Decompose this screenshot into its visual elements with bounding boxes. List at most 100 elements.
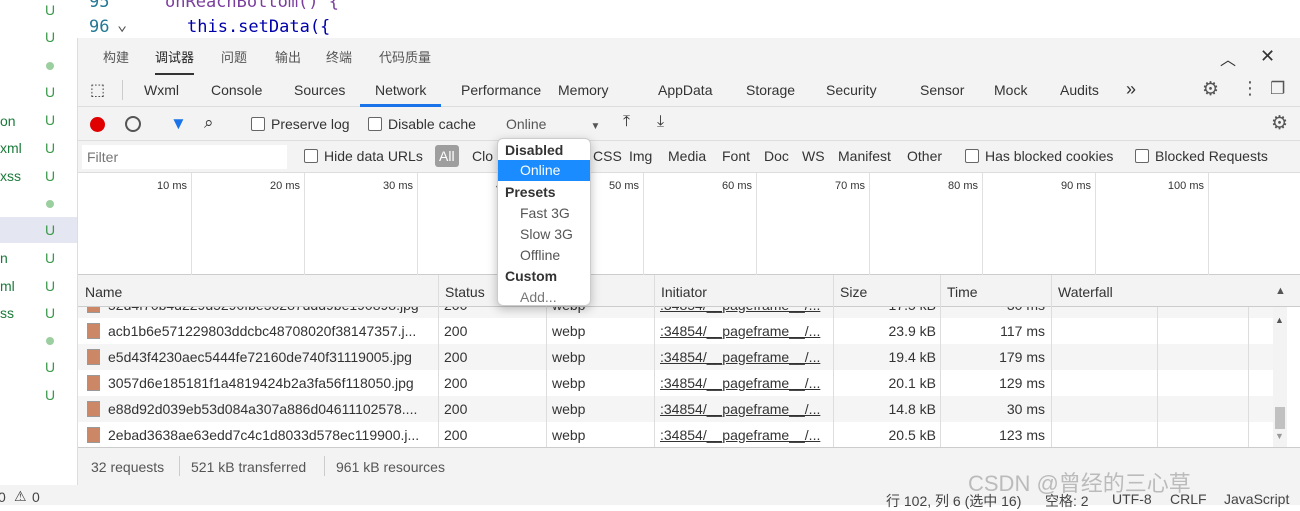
more-options-icon[interactable]: ⋮: [1241, 78, 1259, 99]
filter-type-all[interactable]: All: [435, 145, 459, 167]
tab-0[interactable]: 构建: [103, 47, 129, 66]
filter-type-other[interactable]: Other: [907, 148, 942, 164]
modified-dot-icon: [46, 62, 54, 70]
filter-type-css[interactable]: CSS: [593, 148, 622, 164]
table-row[interactable]: 3057d6e185181f1a4819424b2a3fa56f118050.j…: [78, 370, 1278, 396]
sort-ascending-icon[interactable]: ▲: [1275, 285, 1286, 297]
clear-icon[interactable]: [125, 116, 141, 132]
inspect-element-icon[interactable]: ⬚: [90, 80, 105, 100]
collapse-icon[interactable]: ︿: [1220, 46, 1236, 70]
request-name[interactable]: e88d92d039eb53d084a307a886d04611102578..…: [108, 401, 417, 417]
tab-performance[interactable]: Performance: [461, 82, 541, 98]
column-divider: [1157, 422, 1158, 447]
column-divider: [438, 344, 439, 370]
request-initiator[interactable]: :34854/__pageframe__/...: [660, 349, 820, 365]
preserve-log-checkbox[interactable]: Preserve log: [251, 116, 350, 132]
column-divider: [654, 344, 655, 370]
table-row[interactable]: e5d43f4230aec5444fe72160de740f31119005.j…: [78, 344, 1278, 370]
filter-icon[interactable]: ▼: [170, 114, 187, 134]
file-name[interactable]: ss: [0, 305, 14, 321]
tab-sources[interactable]: Sources: [294, 82, 345, 98]
import-har-icon[interactable]: ⤒: [623, 113, 630, 131]
tab-1[interactable]: 调试器: [155, 47, 195, 75]
scrollbar[interactable]: ▲ ▼: [1273, 307, 1287, 447]
tab-wxml[interactable]: Wxml: [144, 82, 179, 98]
has-blocked-cookies-checkbox[interactable]: Has blocked cookies: [965, 148, 1113, 164]
column-status[interactable]: Status: [445, 284, 485, 300]
tab-2[interactable]: 问题: [221, 47, 247, 66]
code-editor[interactable]: 95 onReachBottom() { 96 ⌄ this.setData({: [77, 0, 1300, 38]
record-icon[interactable]: [90, 117, 105, 132]
filter-input[interactable]: [82, 145, 287, 169]
request-initiator[interactable]: :34854/__pageframe__/...: [660, 323, 820, 339]
menu-item-offline[interactable]: Offline: [498, 245, 590, 266]
table-row[interactable]: 2ebad3638ae63edd7c4c1d8033d578ec119900.j…: [78, 422, 1278, 447]
fold-chevron-icon[interactable]: ⌄: [117, 15, 127, 35]
disable-cache-checkbox[interactable]: Disable cache: [368, 116, 476, 132]
request-initiator[interactable]: :34854/__pageframe__/...: [660, 307, 820, 313]
network-settings-icon[interactable]: ⚙: [1271, 112, 1288, 135]
request-status: 200: [444, 349, 468, 365]
error-count[interactable]: 0: [0, 489, 6, 505]
filter-type-clo[interactable]: Clo: [472, 148, 493, 164]
filter-type-manifest[interactable]: Manifest: [838, 148, 891, 164]
request-name[interactable]: 2ebad3638ae63edd7c4c1d8033d578ec119900.j…: [108, 427, 419, 443]
file-name[interactable]: xml: [0, 140, 22, 156]
column-name[interactable]: Name: [85, 284, 122, 300]
tab-sensor[interactable]: Sensor: [920, 82, 964, 98]
request-name[interactable]: e5d43f4230aec5444fe72160de740f31119005.j…: [108, 349, 412, 365]
menu-item-online[interactable]: Online: [498, 160, 590, 181]
untracked-marker: U: [45, 250, 56, 266]
menu-item-slow-3g[interactable]: Slow 3G: [498, 224, 590, 245]
tab-4[interactable]: 终端: [326, 47, 352, 66]
warning-count[interactable]: 0: [32, 489, 40, 505]
tab-network[interactable]: Network: [360, 82, 442, 107]
tab-3[interactable]: 输出: [275, 47, 301, 66]
dock-icon[interactable]: ❐: [1270, 79, 1285, 99]
filter-type-media[interactable]: Media: [668, 148, 706, 164]
file-name[interactable]: ml: [0, 278, 15, 294]
close-icon[interactable]: ✕: [1260, 46, 1275, 67]
filter-type-doc[interactable]: Doc: [764, 148, 789, 164]
resources-size: 961 kB resources: [336, 459, 445, 475]
file-name[interactable]: on: [0, 113, 16, 129]
export-har-icon[interactable]: ⤓: [657, 113, 664, 131]
filter-type-font[interactable]: Font: [722, 148, 750, 164]
timeline-overview[interactable]: 10 ms20 ms30 ms40 ms50 ms60 ms70 ms80 ms…: [78, 173, 1300, 275]
request-initiator[interactable]: :34854/__pageframe__/...: [660, 375, 820, 391]
request-name[interactable]: 3057d6e185181f1a4819424b2a3fa56f118050.j…: [108, 375, 414, 391]
tab-appdata[interactable]: AppData: [658, 82, 712, 98]
blocked-requests-checkbox[interactable]: Blocked Requests: [1135, 148, 1268, 164]
request-initiator[interactable]: :34854/__pageframe__/...: [660, 427, 820, 443]
table-row[interactable]: acb1b6e571229803ddcbc48708020f38147357.j…: [78, 318, 1278, 344]
column-size[interactable]: Size: [840, 284, 867, 300]
menu-item-fast-3g[interactable]: Fast 3G: [498, 203, 590, 224]
request-name[interactable]: acb1b6e571229803ddcbc48708020f38147357.j…: [108, 323, 416, 339]
request-initiator[interactable]: :34854/__pageframe__/...: [660, 401, 820, 417]
column-waterfall[interactable]: Waterfall: [1058, 284, 1113, 300]
search-icon[interactable]: ⌕: [204, 113, 214, 133]
table-row[interactable]: e88d92d039eb53d084a307a886d04611102578..…: [78, 396, 1278, 422]
throttle-select[interactable]: Online ▼: [506, 116, 600, 132]
column-initiator[interactable]: Initiator: [661, 284, 707, 300]
settings-icon[interactable]: ⚙: [1202, 78, 1219, 101]
filter-type-img[interactable]: Img: [629, 148, 652, 164]
tab-5[interactable]: 代码质量: [379, 47, 431, 66]
tab-memory[interactable]: Memory: [558, 82, 609, 98]
tab-mock[interactable]: Mock: [994, 82, 1027, 98]
tab-security[interactable]: Security: [826, 82, 877, 98]
tab-storage[interactable]: Storage: [746, 82, 795, 98]
more-tabs-button[interactable]: »: [1126, 79, 1136, 100]
tab-audits[interactable]: Audits: [1060, 82, 1099, 98]
file-name[interactable]: xss: [0, 168, 21, 184]
hide-data-urls-checkbox[interactable]: Hide data URLs: [304, 148, 423, 164]
request-name[interactable]: 52d4f70b4d229d5290fbe50287ddd9be190898.j…: [108, 307, 419, 313]
devtools-panel: 构建 调试器 问题 输出 终端 代码质量 ︿ ✕ ⬚ Wxml Console Sources…: [77, 38, 1300, 485]
table-row[interactable]: 52d4f70b4d229d5290fbe50287ddd9be190898.j…: [78, 307, 1278, 318]
column-time[interactable]: Time: [947, 284, 978, 300]
tab-console[interactable]: Console: [211, 82, 262, 98]
filter-type-ws[interactable]: WS: [802, 148, 825, 164]
menu-item-add[interactable]: Add...: [498, 287, 590, 308]
selected-file-row[interactable]: [0, 217, 77, 243]
file-name[interactable]: n: [0, 250, 8, 266]
